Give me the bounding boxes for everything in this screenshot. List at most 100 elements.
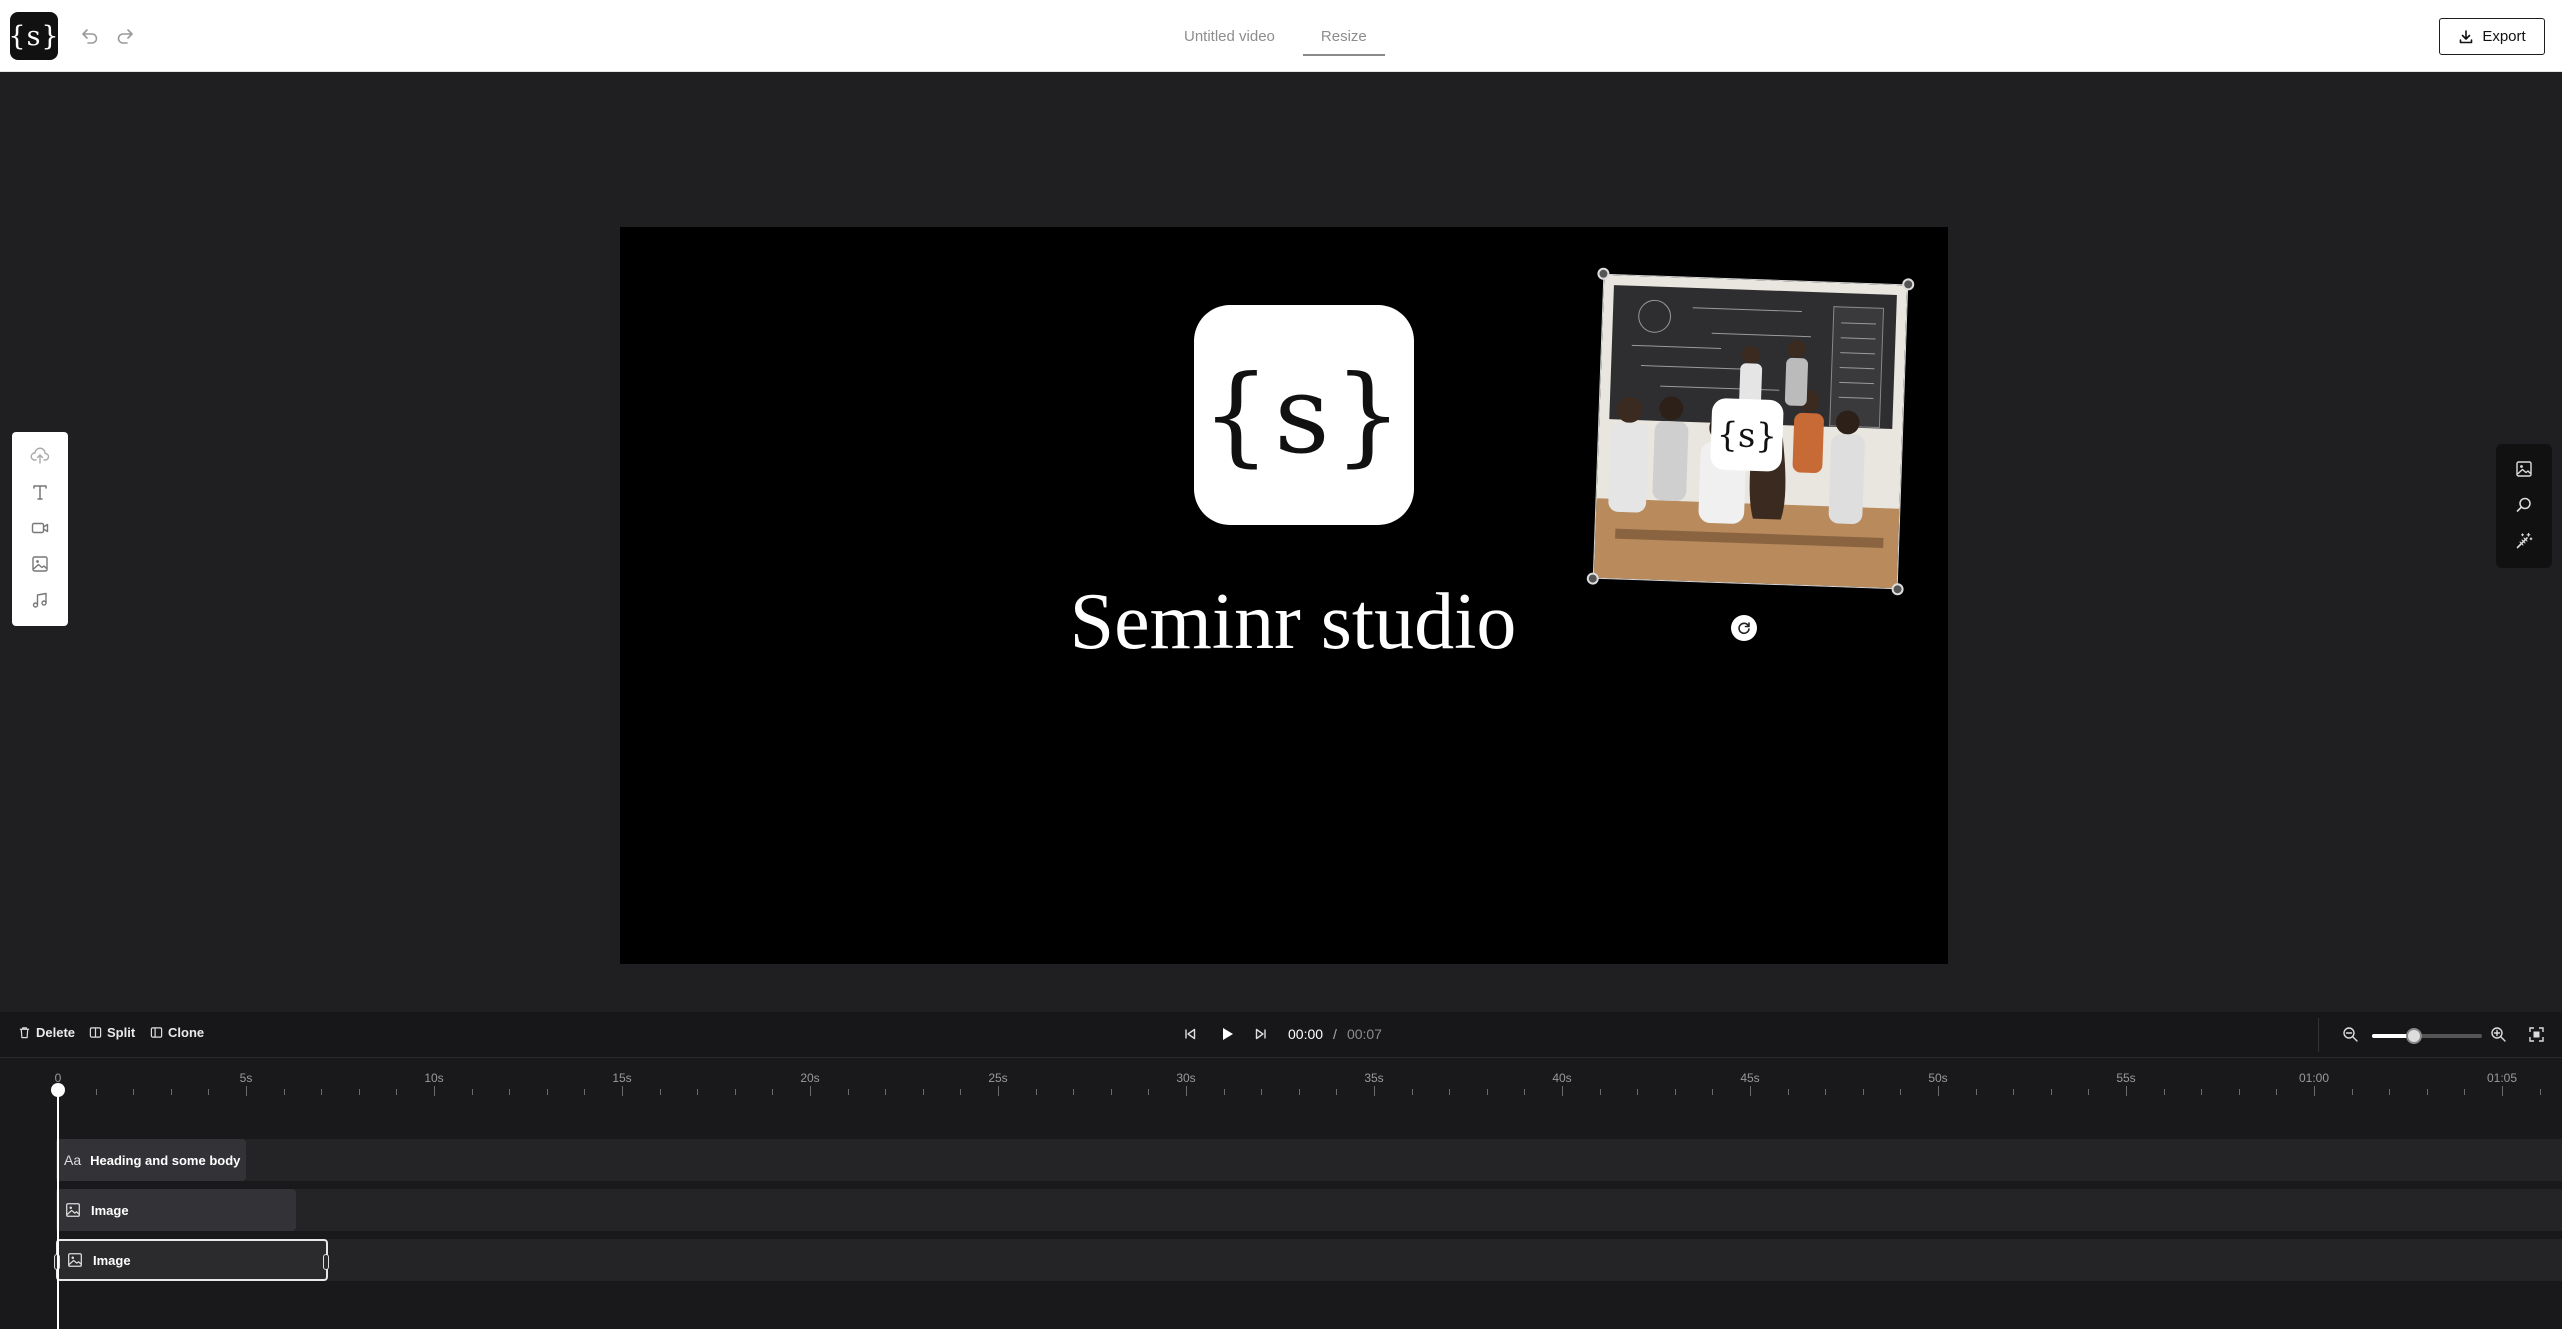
ruler-tick <box>1186 1086 1187 1096</box>
clip-label: Image <box>91 1202 129 1218</box>
ruler-tick <box>1449 1089 1451 1095</box>
ruler-tick <box>1374 1086 1375 1096</box>
ruler-tick <box>2389 1089 2391 1095</box>
split-label: Split <box>107 1025 136 1040</box>
ruler-tick <box>2464 1089 2466 1095</box>
export-button[interactable]: Export <box>2439 18 2545 55</box>
clip-heading[interactable]: Aa Heading and some body <box>56 1139 246 1181</box>
resize-handle-top-right[interactable] <box>1902 278 1915 291</box>
ruler-tick <box>1599 1089 1601 1095</box>
ruler-tick <box>2013 1089 2015 1095</box>
ruler-label: 45s <box>1740 1071 1760 1085</box>
ruler-tick <box>847 1089 849 1095</box>
ruler-tick <box>358 1089 360 1095</box>
clip-image[interactable]: Image <box>56 1189 296 1231</box>
ruler-tick <box>246 1086 247 1096</box>
ruler-label: 20s <box>800 1071 820 1085</box>
undo-icon[interactable] <box>78 24 102 48</box>
redo-icon[interactable] <box>113 24 137 48</box>
text-aa-icon: Aa <box>64 1152 82 1168</box>
rotate-icon[interactable] <box>1731 615 1757 641</box>
ruler-tick <box>1411 1089 1413 1095</box>
video-icon[interactable] <box>27 515 53 540</box>
ruler-tick <box>1712 1089 1714 1095</box>
trash-icon <box>19 1027 30 1039</box>
image-icon[interactable] <box>27 551 53 576</box>
magic-wand-icon[interactable] <box>2511 528 2537 553</box>
ruler-tick <box>170 1089 172 1095</box>
app-logo[interactable]: {s} <box>8 12 59 60</box>
play-icon[interactable] <box>1218 1025 1236 1048</box>
ruler-tick <box>1975 1089 1977 1095</box>
ruler-tick <box>1787 1089 1789 1095</box>
zoom-in-icon[interactable] <box>2490 1026 2507 1048</box>
ruler-label: 40s <box>1552 1071 1572 1085</box>
playhead-handle[interactable] <box>51 1083 65 1097</box>
delete-button[interactable]: Delete <box>18 1025 75 1040</box>
clone-button[interactable]: Clone <box>150 1025 204 1040</box>
ruler-tick <box>2201 1089 2203 1095</box>
search-icon[interactable] <box>2511 492 2537 517</box>
upload-icon[interactable] <box>27 443 53 468</box>
canvas-logo[interactable]: {s} <box>1194 305 1414 525</box>
ruler-tick <box>885 1089 887 1095</box>
track-image-2[interactable]: Image <box>54 1239 2562 1281</box>
time-separator: / <box>1333 1026 1337 1042</box>
zoom-slider[interactable] <box>2372 1028 2482 1044</box>
ruler-tick <box>2539 1089 2541 1095</box>
timeline-controls: Delete Split Clone 00:00 / 00:07 <box>0 1012 2562 1058</box>
video-title[interactable]: Untitled video <box>1180 22 1279 56</box>
zoom-slider-thumb[interactable] <box>2405 1028 2422 1044</box>
ruler-tick <box>546 1089 548 1095</box>
ruler-tick <box>772 1089 774 1095</box>
canvas-headline[interactable]: Seminr studio <box>620 577 1966 668</box>
ruler-tick <box>1524 1089 1526 1095</box>
ruler-tick <box>622 1086 623 1096</box>
left-toolbar <box>12 432 68 626</box>
timeline[interactable]: 0 5s 10s 15s 20s 25s 30s 35s 40s 45s 50s 55s 01:00 01… <box>0 1058 2562 1329</box>
skip-back-icon[interactable] <box>1182 1026 1198 1047</box>
photo-logo-text: {s} <box>1716 415 1778 456</box>
video-canvas[interactable]: {s} Seminr studio {s} <box>620 227 1948 964</box>
skip-forward-icon[interactable] <box>1253 1026 1269 1047</box>
track-image-1[interactable]: Image <box>56 1189 2562 1231</box>
ruler-tick <box>1261 1089 1263 1095</box>
ruler-tick <box>396 1089 398 1095</box>
time-ruler[interactable]: 0 5s 10s 15s 20s 25s 30s 35s 40s 45s 50s 55s 01:00 01… <box>0 1058 2562 1100</box>
ruler-tick <box>697 1089 699 1095</box>
zoom-out-icon[interactable] <box>2342 1026 2359 1048</box>
music-icon[interactable] <box>27 587 53 612</box>
playhead[interactable] <box>57 1086 59 1329</box>
divider <box>2318 1018 2319 1052</box>
clone-label: Clone <box>168 1025 205 1040</box>
ruler-tick <box>659 1089 661 1095</box>
export-label: Export <box>2482 28 2526 45</box>
track-text[interactable]: Aa Heading and some body <box>56 1139 2562 1181</box>
ruler-tick <box>810 1086 811 1096</box>
clip-image-selected[interactable]: Image <box>54 1239 329 1281</box>
ruler-tick <box>434 1086 435 1096</box>
image-icon[interactable] <box>2511 456 2537 481</box>
ruler-tick <box>509 1089 511 1095</box>
tab-resize[interactable]: Resize <box>1302 22 1385 56</box>
ruler-tick <box>998 1086 999 1096</box>
ruler-label: 55s <box>2116 1071 2136 1085</box>
ruler-label: 10s <box>424 1071 444 1085</box>
ruler-tick <box>1298 1089 1300 1095</box>
fit-screen-icon[interactable] <box>2528 1026 2545 1048</box>
ruler-tick <box>734 1089 736 1095</box>
ruler-label: 30s <box>1176 1071 1196 1085</box>
current-time: 00:00 <box>1288 1026 1324 1042</box>
trim-handle-right[interactable] <box>323 1254 329 1270</box>
ruler-tick <box>1825 1089 1827 1095</box>
duration: 00:07 <box>1346 1026 1382 1042</box>
ruler-label: 35s <box>1364 1071 1384 1085</box>
canvas-image-selected[interactable]: {s} <box>1586 267 1915 596</box>
ruler-label: 25s <box>988 1071 1008 1085</box>
ruler-tick <box>2050 1089 2052 1095</box>
text-icon[interactable] <box>27 479 53 504</box>
ruler-tick <box>2426 1089 2428 1095</box>
split-button[interactable]: Split <box>89 1025 135 1040</box>
ruler-tick <box>208 1089 210 1095</box>
ruler-tick <box>1110 1089 1112 1095</box>
